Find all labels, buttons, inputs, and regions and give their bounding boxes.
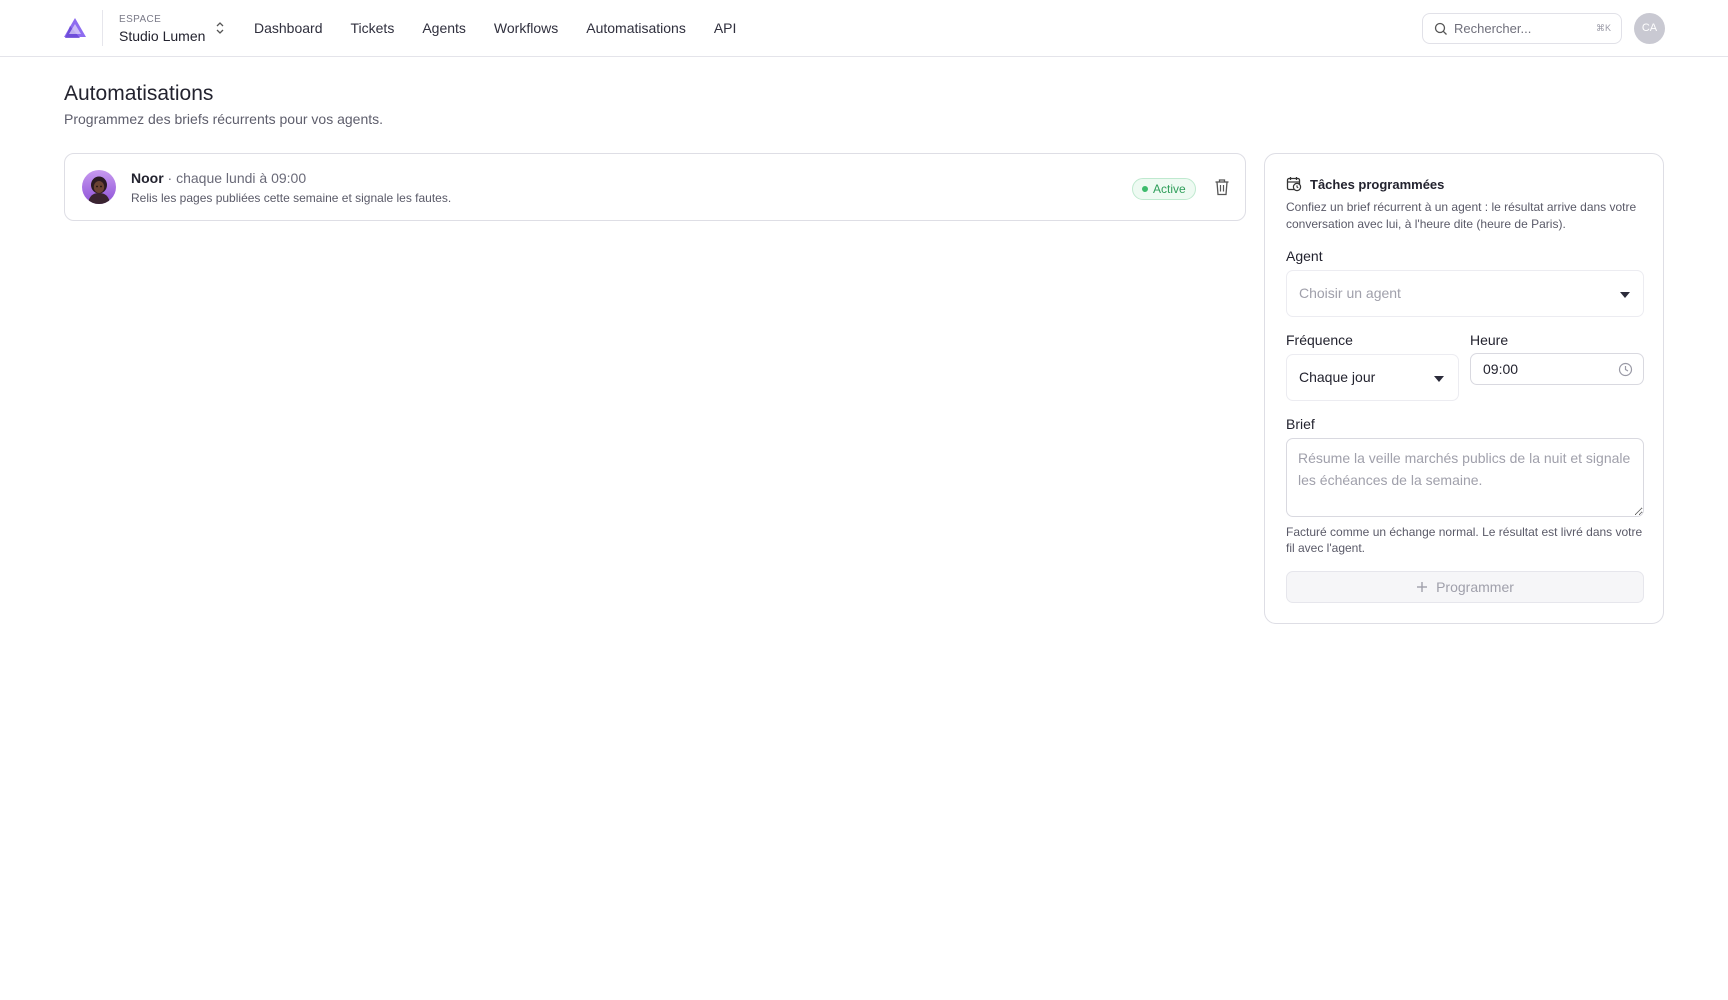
schedule-button-label: Programmer <box>1436 579 1514 595</box>
frequency-label: Fréquence <box>1286 332 1353 348</box>
main-nav: Dashboard Tickets Agents Workflows Autom… <box>254 0 764 57</box>
calendar-clock-icon <box>1286 177 1302 192</box>
search-shortcut: ⌘K <box>1595 23 1611 33</box>
agent-label: Agent <box>1286 248 1323 264</box>
page-subtitle: Programmez des briefs récurrents pour vo… <box>64 111 384 127</box>
plus-icon <box>1417 582 1428 592</box>
search-input[interactable] <box>1454 14 1594 43</box>
nav-agents[interactable]: Agents <box>422 0 466 57</box>
nav-automatisations[interactable]: Automatisations <box>586 0 686 57</box>
time-value: 09:00 <box>1483 361 1519 377</box>
schedule-frequency: · chaque lundi à 09:00 <box>163 170 307 186</box>
schedule-summary: Noor · chaque lundi à 09:00 <box>131 170 306 186</box>
app-logo-icon[interactable] <box>63 17 87 39</box>
agent-avatar <box>82 170 116 204</box>
schedule-brief: Relis les pages publiées cette semaine e… <box>131 191 452 205</box>
workspace-name: Studio Lumen <box>119 28 206 44</box>
nav-workflows[interactable]: Workflows <box>494 0 558 57</box>
schedule-card: Noor · chaque lundi à 09:00 Relis les pa… <box>64 153 1246 221</box>
schedule-button[interactable]: Programmer <box>1286 571 1644 603</box>
workspace-label: ESPACE <box>119 14 162 25</box>
panel-header: Tâches programmées <box>1286 175 1444 193</box>
billing-hint: Facturé comme un échange normal. Le résu… <box>1286 525 1643 555</box>
brief-label: Brief <box>1286 416 1315 432</box>
status-label: Active <box>1153 182 1186 196</box>
time-label: Heure <box>1470 332 1509 348</box>
status-badge[interactable]: Active <box>1132 178 1196 200</box>
search-box[interactable]: ⌘K <box>1422 13 1622 44</box>
panel-title: Tâches programmées <box>1310 176 1445 192</box>
brief-textarea[interactable] <box>1286 438 1644 517</box>
user-avatar[interactable]: CA <box>1634 13 1665 44</box>
schedule-agent-name: Noor <box>131 170 164 186</box>
page-title: Automatisations <box>64 82 214 105</box>
nav-tickets[interactable]: Tickets <box>351 0 395 57</box>
panel-description: Confiez un brief récurrent à un agent : … <box>1286 200 1637 231</box>
time-input[interactable]: 09:00 <box>1470 353 1644 385</box>
agent-select[interactable]: Choisir un agent <box>1286 270 1644 317</box>
status-dot-icon <box>1142 186 1148 192</box>
agent-select-placeholder: Choisir un agent <box>1299 285 1401 301</box>
search-icon <box>1434 22 1447 35</box>
chevron-down-icon <box>1620 292 1630 298</box>
nav-api[interactable]: API <box>714 0 737 57</box>
scheduled-tasks-panel: Tâches programmées Confiez un brief récu… <box>1264 153 1664 624</box>
chevron-down-icon <box>1434 376 1444 382</box>
nav-dashboard[interactable]: Dashboard <box>254 0 323 57</box>
top-bar: ESPACE Studio Lumen Dashboard Tickets Ag… <box>0 0 1728 57</box>
chevron-up-down-icon <box>216 22 224 34</box>
clock-icon[interactable] <box>1618 362 1633 377</box>
divider <box>102 10 103 46</box>
frequency-value: Chaque jour <box>1299 369 1376 385</box>
frequency-select[interactable]: Chaque jour <box>1286 354 1459 401</box>
trash-icon[interactable] <box>1214 178 1230 196</box>
workspace-switcher[interactable]: ESPACE Studio Lumen <box>119 13 229 45</box>
